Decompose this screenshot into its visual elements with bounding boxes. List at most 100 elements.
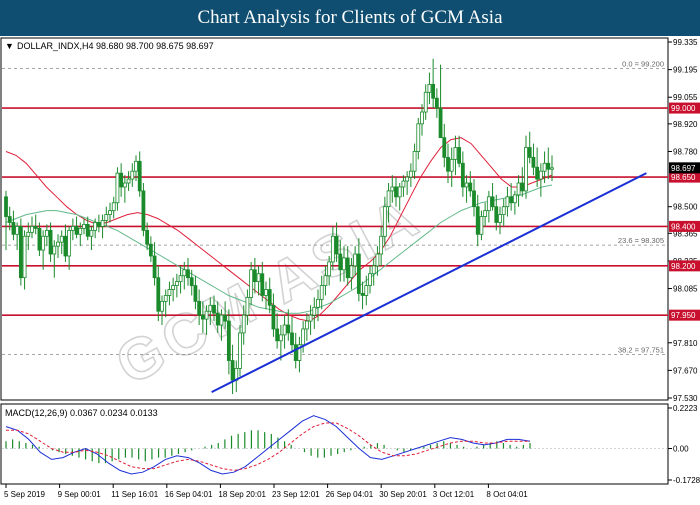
y-tick-label: 99.195 xyxy=(673,66,698,75)
candle-body xyxy=(538,170,543,180)
candle-body xyxy=(189,277,194,286)
candle-body xyxy=(524,147,528,192)
candle-body xyxy=(286,324,291,334)
x-tick-label: 26 Sep 04:01 xyxy=(326,490,374,499)
candle-body xyxy=(453,147,458,160)
fib-level-label: 23.6 = 98.305 xyxy=(618,236,664,245)
candle-body xyxy=(275,328,280,342)
candle-body xyxy=(52,245,57,255)
candle-body xyxy=(163,295,168,302)
candle-body xyxy=(312,306,317,316)
candle-body xyxy=(85,224,90,237)
candle-body xyxy=(245,297,250,316)
y-tick-label: 98.500 xyxy=(673,203,698,212)
candle-body xyxy=(498,214,502,223)
candle-body xyxy=(226,320,231,361)
candle-body xyxy=(550,167,554,170)
candle-body xyxy=(330,235,335,263)
candle-body xyxy=(546,162,551,170)
candle-body xyxy=(449,158,454,172)
candle-body xyxy=(256,273,261,283)
candle-body xyxy=(59,235,64,243)
candle-body xyxy=(371,265,376,275)
candle-body xyxy=(204,310,209,320)
candle-body xyxy=(423,91,428,113)
x-tick-label: 30 Sep 20:01 xyxy=(379,490,427,499)
price-tag-label: 98.400 xyxy=(671,222,696,231)
candle-body xyxy=(160,300,164,312)
candle-body xyxy=(111,202,116,212)
candle-body xyxy=(490,196,495,208)
price-tag-label: 98.200 xyxy=(671,262,696,271)
macd-y-tick-label: 0.00 xyxy=(673,445,689,454)
candle-body xyxy=(74,226,79,235)
candle-body xyxy=(446,156,450,172)
candle-body xyxy=(197,300,202,316)
candle-body xyxy=(223,314,228,322)
candle-body xyxy=(238,332,242,369)
candle-body xyxy=(130,170,135,180)
candle-body xyxy=(26,231,31,237)
x-tick-label: 16 Sep 04:01 xyxy=(165,490,213,499)
candle-body xyxy=(386,190,391,208)
candle-body xyxy=(379,235,384,255)
x-tick-label: 8 Oct 04:01 xyxy=(486,490,528,499)
candle-body xyxy=(520,182,525,192)
candle-body xyxy=(178,275,183,283)
candle-body xyxy=(405,176,410,182)
candle-body xyxy=(345,257,350,279)
macd-label: MACD(12,26,9) 0.0367 0.0234 0.0133 xyxy=(5,408,158,418)
candle-body xyxy=(382,206,387,237)
candle-body xyxy=(334,235,339,255)
candle-body xyxy=(122,182,127,188)
candle-body xyxy=(89,229,94,237)
candle-body xyxy=(390,186,395,192)
candle-body xyxy=(293,344,298,361)
candle-body xyxy=(48,229,53,255)
candle-body xyxy=(501,206,506,215)
candle-body xyxy=(93,222,98,231)
candle-body xyxy=(108,210,112,215)
candle-body xyxy=(249,269,254,298)
x-tick-label: 18 Sep 20:01 xyxy=(218,490,266,499)
candle-body xyxy=(141,190,146,231)
candle-body xyxy=(186,269,190,279)
x-tick-label: 9 Sep 00:01 xyxy=(58,490,102,499)
candle-body xyxy=(70,226,75,231)
candle-body xyxy=(427,84,432,93)
page-title: Chart Analysis for Clients of GCM Asia xyxy=(197,7,503,28)
candle-body xyxy=(252,269,257,283)
candle-body xyxy=(375,253,380,267)
candle-body xyxy=(282,324,287,336)
candle-body xyxy=(483,210,488,217)
candle-body xyxy=(434,97,439,109)
candle-body xyxy=(56,241,60,247)
candle-body xyxy=(208,304,213,312)
candle-body xyxy=(290,332,294,346)
candle-body xyxy=(152,255,157,279)
y-tick-label: 97.530 xyxy=(673,394,698,403)
price-tag-label: 98.650 xyxy=(671,173,696,182)
candle-body xyxy=(457,147,462,164)
y-tick-label: 97.810 xyxy=(673,339,698,348)
candle-body xyxy=(215,312,220,326)
x-tick-label: 23 Sep 12:01 xyxy=(272,490,320,499)
fib-level-label: 0.0 = 99.200 xyxy=(622,60,664,69)
candle-body xyxy=(397,186,402,198)
candle-body xyxy=(212,304,216,314)
candle-body xyxy=(167,289,172,296)
candle-body xyxy=(412,151,417,172)
candle-body xyxy=(494,206,499,223)
candle-body xyxy=(267,289,272,306)
candle-body xyxy=(516,182,521,196)
candle-body xyxy=(512,194,517,204)
dropdown-arrow-icon[interactable]: ▼ xyxy=(5,41,14,51)
candle-body xyxy=(394,186,398,198)
candle-body xyxy=(542,162,547,172)
candle-body xyxy=(505,196,510,208)
candle-body xyxy=(353,253,358,267)
candle-body xyxy=(323,275,328,286)
candle-body xyxy=(420,111,424,125)
candle-body xyxy=(22,235,27,279)
current-price-label: 98.697 xyxy=(671,164,696,173)
